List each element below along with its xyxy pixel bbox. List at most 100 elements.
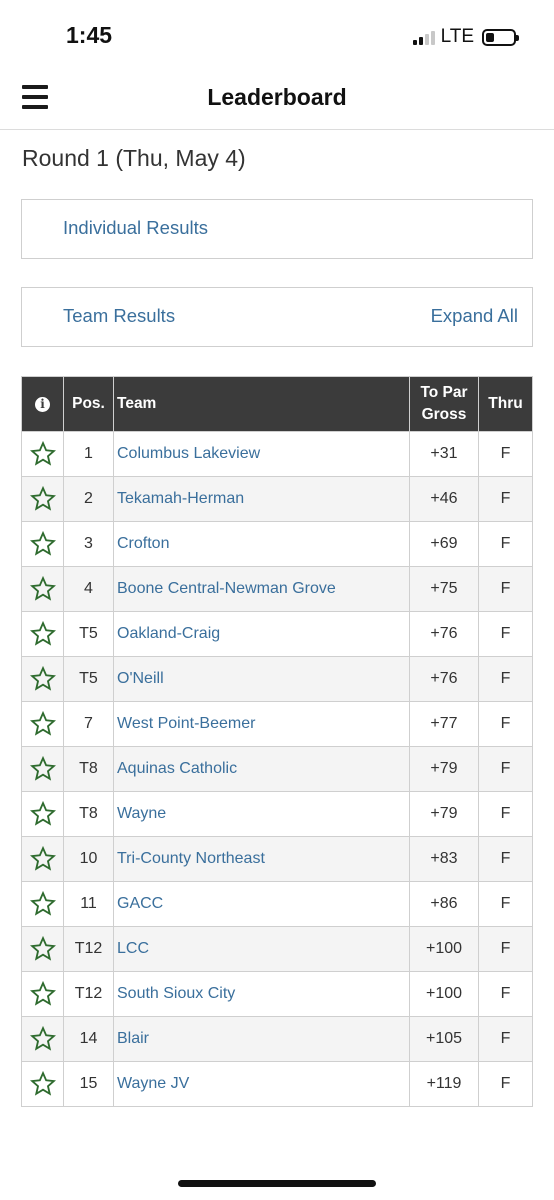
table-row[interactable]: 1 Columbus Lakeview +31 F [21,431,533,477]
position-cell: T8 [63,791,114,837]
favorite-cell[interactable] [21,566,64,612]
table-row[interactable]: T8 Aquinas Catholic +79 F [21,746,533,792]
table-row[interactable]: T8 Wayne +79 F [21,791,533,837]
team-link[interactable]: Boone Central-Newman Grove [117,580,336,597]
table-row[interactable]: T12 LCC +100 F [21,926,533,972]
individual-results-link[interactable]: Individual Results [63,217,208,239]
star-outline-icon[interactable] [29,891,56,917]
expand-all-button[interactable]: Expand All [431,305,518,327]
info-column-header[interactable]: i [21,376,64,432]
home-indicator[interactable] [178,1180,376,1187]
team-cell: Oakland-Craig [113,611,410,657]
favorite-cell[interactable] [21,791,64,837]
team-cell: Wayne JV [113,1061,410,1107]
favorite-cell[interactable] [21,746,64,792]
table-row[interactable]: 14 Blair +105 F [21,1016,533,1062]
position-cell: T5 [63,656,114,702]
thru-cell: F [478,611,533,657]
table-row[interactable]: 3 Crofton +69 F [21,521,533,567]
star-outline-icon[interactable] [29,846,56,872]
star-outline-icon[interactable] [29,621,56,647]
to-par-column-header[interactable]: To Par Gross [409,376,479,432]
position-cell: 1 [63,431,114,477]
star-outline-icon[interactable] [29,486,56,512]
table-row[interactable]: T5 O'Neill +76 F [21,656,533,702]
team-link[interactable]: Columbus Lakeview [117,445,260,462]
team-results-panel: Team Results Expand All [21,287,533,347]
team-cell: Aquinas Catholic [113,746,410,792]
team-link[interactable]: GACC [117,895,163,912]
team-link[interactable]: LCC [117,940,149,957]
team-link[interactable]: O'Neill [117,670,164,687]
favorite-cell[interactable] [21,701,64,747]
thru-column-header[interactable]: Thru [478,376,533,432]
team-column-header[interactable]: Team [113,376,410,432]
table-row[interactable]: 2 Tekamah-Herman +46 F [21,476,533,522]
to-par-header-line1: To Par [420,384,468,401]
star-outline-icon[interactable] [29,1026,56,1052]
favorite-cell[interactable] [21,836,64,882]
team-link[interactable]: Tekamah-Herman [117,490,244,507]
team-link[interactable]: Blair [117,1030,149,1047]
star-outline-icon[interactable] [29,576,56,602]
team-cell: O'Neill [113,656,410,702]
thru-cell: F [478,1061,533,1107]
team-cell: Columbus Lakeview [113,431,410,477]
table-row[interactable]: 11 GACC +86 F [21,881,533,927]
star-outline-icon[interactable] [29,981,56,1007]
table-row[interactable]: 4 Boone Central-Newman Grove +75 F [21,566,533,612]
favorite-cell[interactable] [21,1061,64,1107]
thru-cell: F [478,656,533,702]
table-row[interactable]: 15 Wayne JV +119 F [21,1061,533,1107]
team-link[interactable]: Crofton [117,535,169,552]
page-title: Leaderboard [207,84,347,110]
pos-column-header[interactable]: Pos. [63,376,114,432]
favorite-cell[interactable] [21,476,64,522]
team-link[interactable]: Wayne JV [117,1075,189,1092]
star-outline-icon[interactable] [29,801,56,827]
table-row[interactable]: T5 Oakland-Craig +76 F [21,611,533,657]
favorite-cell[interactable] [21,1016,64,1062]
favorite-cell[interactable] [21,926,64,972]
team-link[interactable]: Wayne [117,805,166,822]
team-cell: GACC [113,881,410,927]
star-outline-icon[interactable] [29,936,56,962]
position-cell: 4 [63,566,114,612]
favorite-cell[interactable] [21,431,64,477]
team-cell: Wayne [113,791,410,837]
team-cell: Crofton [113,521,410,567]
team-link[interactable]: Aquinas Catholic [117,760,237,777]
team-cell: Blair [113,1016,410,1062]
star-outline-icon[interactable] [29,711,56,737]
thru-cell: F [478,881,533,927]
team-link[interactable]: Tri-County Northeast [117,850,265,867]
favorite-cell[interactable] [21,521,64,567]
to-par-cell: +83 [409,836,479,882]
table-row[interactable]: 7 West Point-Beemer +77 F [21,701,533,747]
table-row[interactable]: 10 Tri-County Northeast +83 F [21,836,533,882]
to-par-cell: +46 [409,476,479,522]
to-par-cell: +100 [409,971,479,1017]
favorite-cell[interactable] [21,971,64,1017]
star-outline-icon[interactable] [29,756,56,782]
info-icon[interactable]: i [35,397,50,412]
team-link[interactable]: Oakland-Craig [117,625,220,642]
table-row[interactable]: T12 South Sioux City +100 F [21,971,533,1017]
star-outline-icon[interactable] [29,666,56,692]
position-cell: 14 [63,1016,114,1062]
star-outline-icon[interactable] [29,441,56,467]
star-outline-icon[interactable] [29,531,56,557]
position-cell: 15 [63,1061,114,1107]
team-link[interactable]: West Point-Beemer [117,715,255,732]
table-header-row: i Pos. Team To Par Gross Thru [21,376,533,432]
favorite-cell[interactable] [21,881,64,927]
favorite-cell[interactable] [21,656,64,702]
to-par-cell: +105 [409,1016,479,1062]
team-results-link[interactable]: Team Results [63,305,175,327]
leaderboard-table: i Pos. Team To Par Gross Thru 1 Columbus … [21,376,533,1107]
thru-cell: F [478,476,533,522]
favorite-cell[interactable] [21,611,64,657]
star-outline-icon[interactable] [29,1071,56,1097]
team-link[interactable]: South Sioux City [117,985,235,1002]
individual-results-panel[interactable]: Individual Results [21,199,533,259]
